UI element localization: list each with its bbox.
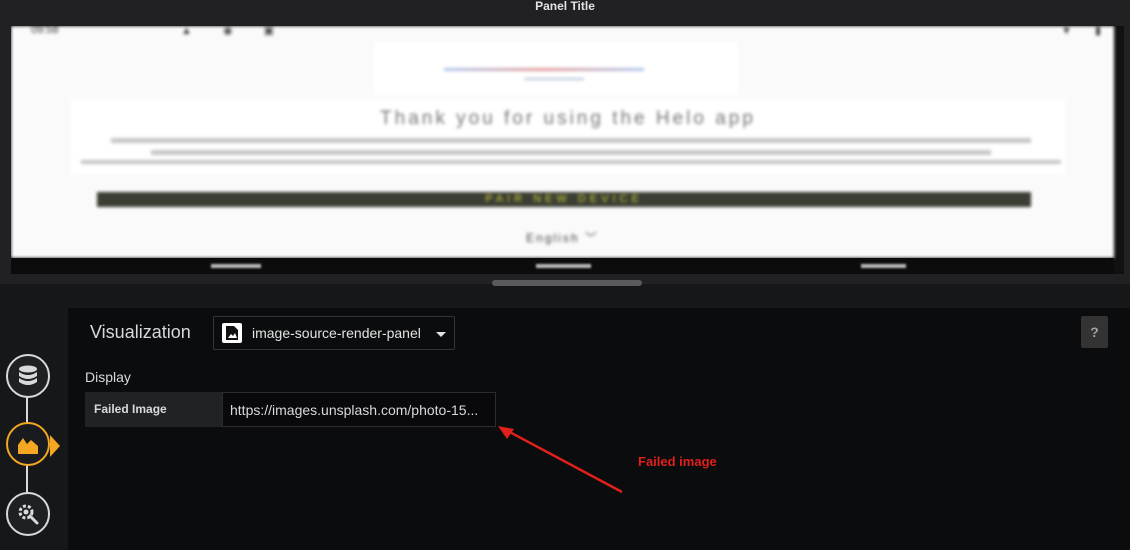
panel: Panel Title 09:58 ▲ ◉ ▣ ▼ ▮ Thank you fo… [0,0,1130,284]
visualization-label: Visualization [90,322,191,342]
plugin-picker[interactable]: image-source-render-panel [213,316,455,350]
phone-nav-bar [11,258,1114,274]
failed-image-annotation: Failed image [638,454,717,469]
phone-screenshot: 09:58 ▲ ◉ ▣ ▼ ▮ Thank you for using the … [11,26,1114,258]
help-button[interactable]: ? [1081,316,1108,348]
database-icon [19,365,37,385]
logo-sub [524,78,584,80]
annotation-arrow [498,426,623,494]
plugin-name: image-source-render-panel [252,325,421,341]
nav-home [536,264,591,268]
pair-new-device-button: PAIR NEW DEVICE [97,192,1031,207]
status-time: 09:58 [31,26,59,36]
welcome-box: Thank you for using the Helo app [71,100,1065,174]
editor-sidebar [0,350,60,550]
chevron-down-icon [436,332,446,337]
status-icons: ▲ ◉ ▣ [181,26,288,37]
display-section-title: Display [85,369,131,385]
failed-image-input[interactable] [222,392,496,427]
visualization-tab[interactable] [6,422,50,466]
failed-image-label: Failed Image [85,392,222,427]
general-settings-tab[interactable] [6,492,50,536]
nav-recent [861,264,906,268]
image-plugin-icon [222,323,242,343]
panel-resize-handle[interactable] [492,280,642,286]
status-bar: 09:58 ▲ ◉ ▣ ▼ ▮ [31,26,1111,37]
welcome-line [111,138,1031,143]
logo-line [444,68,644,71]
queries-tab[interactable] [6,354,50,398]
rendered-image: 09:58 ▲ ◉ ▣ ▼ ▮ Thank you for using the … [11,26,1124,274]
settings-icon [18,504,39,525]
active-tab-pointer [50,435,60,457]
app-logo [374,42,738,96]
language-selector: English ﹀ [526,231,599,245]
welcome-text: Thank you for using the Helo app [380,108,756,129]
welcome-line [151,150,991,155]
welcome-line [81,160,1061,164]
status-right-icons: ▼ ▮ [1061,26,1111,37]
visualization-icon [18,438,38,454]
nav-back [211,264,261,268]
panel-title[interactable]: Panel Title [0,0,1130,14]
